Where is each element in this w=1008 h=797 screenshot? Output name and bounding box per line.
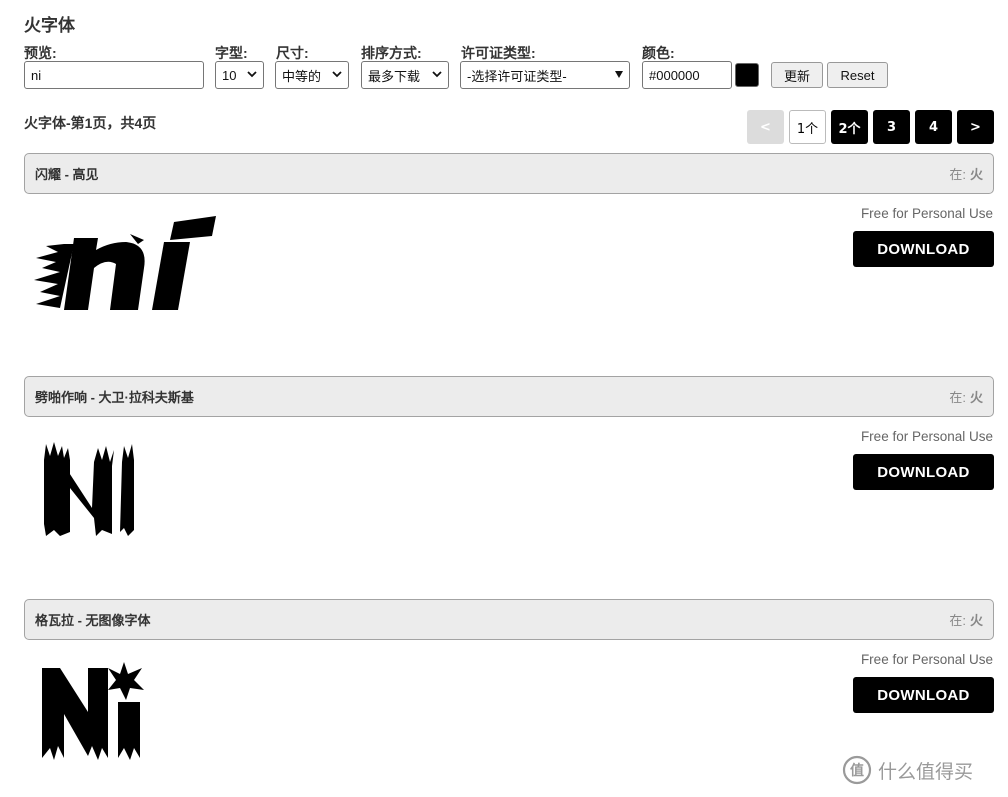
preview-input-value: ni xyxy=(31,67,42,83)
font-preview-image[interactable] xyxy=(40,438,136,538)
preview-input[interactable]: ni xyxy=(24,61,204,89)
chevron-down-icon xyxy=(428,70,442,81)
page-3-button[interactable]: 3 xyxy=(873,110,910,144)
svg-text:值: 值 xyxy=(850,762,864,779)
color-input[interactable]: #000000 xyxy=(642,61,732,89)
license-select-value: -选择许可证类型- xyxy=(467,68,567,84)
font-header: 劈啪作响 - 大卫·拉科夫斯基 在: 火 xyxy=(24,376,994,417)
font-category: 在: 火 xyxy=(949,390,983,405)
watermark-text: 什么值得买 xyxy=(878,761,974,783)
license-label: 许可证类型: xyxy=(461,45,536,61)
page-1-button[interactable]: 1个 xyxy=(789,110,826,144)
color-input-value: #000000 xyxy=(649,67,700,83)
font-category: 在: 火 xyxy=(949,167,983,182)
triangle-down-icon xyxy=(611,70,623,81)
license-select[interactable]: -选择许可证类型- xyxy=(460,61,630,89)
category-link[interactable]: 火 xyxy=(970,613,983,628)
color-label: 颜色: xyxy=(642,45,675,61)
size-select-value: 中等的 xyxy=(282,68,322,84)
page-2-button[interactable]: 2个 xyxy=(831,110,868,144)
font-title-link[interactable]: 格瓦拉 - 无图像字体 xyxy=(35,610,151,629)
preview-label: 预览: xyxy=(24,45,57,61)
watermark: 值 什么值得买 xyxy=(842,755,973,785)
glyph-select-value: 10 xyxy=(222,67,237,83)
glyph-select[interactable]: 10 xyxy=(215,61,264,89)
color-swatch[interactable] xyxy=(735,63,759,87)
download-button[interactable]: DOWNLOAD xyxy=(853,454,994,490)
font-title-link[interactable]: 闪耀 - 高见 xyxy=(35,164,99,183)
sort-label: 排序方式: xyxy=(361,45,422,61)
license-text: Free for Personal Use xyxy=(860,206,993,221)
chevron-down-icon xyxy=(328,70,342,81)
size-label: 尺寸: xyxy=(276,45,309,61)
reset-button[interactable]: Reset xyxy=(827,62,888,88)
prev-page-button[interactable]: < xyxy=(747,110,784,144)
font-category: 在: 火 xyxy=(949,613,983,628)
font-header: 闪耀 - 高见 在: 火 xyxy=(24,153,994,194)
license-text: Free for Personal Use xyxy=(860,429,993,444)
license-text: Free for Personal Use xyxy=(860,652,993,667)
page-title: 火字体 xyxy=(24,16,75,35)
font-header: 格瓦拉 - 无图像字体 在: 火 xyxy=(24,599,994,640)
font-preview-image[interactable] xyxy=(40,660,146,762)
chevron-down-icon xyxy=(243,70,257,81)
sort-select[interactable]: 最多下载 xyxy=(361,61,449,89)
page-info: 火字体-第1页，共4页 xyxy=(24,115,157,131)
size-select[interactable]: 中等的 xyxy=(275,61,349,89)
update-button[interactable]: 更新 xyxy=(771,62,823,88)
category-link[interactable]: 火 xyxy=(970,390,983,405)
page-4-button[interactable]: 4 xyxy=(915,110,952,144)
font-title-link[interactable]: 劈啪作响 - 大卫·拉科夫斯基 xyxy=(35,387,194,406)
sort-select-value: 最多下载 xyxy=(368,68,421,84)
download-button[interactable]: DOWNLOAD xyxy=(853,677,994,713)
next-page-button[interactable]: > xyxy=(957,110,994,144)
category-link[interactable]: 火 xyxy=(970,167,983,182)
font-preview-image[interactable] xyxy=(34,214,220,318)
glyph-label: 字型: xyxy=(215,45,248,61)
download-button[interactable]: DOWNLOAD xyxy=(853,231,994,267)
smzdm-logo-icon: 值 xyxy=(842,755,872,785)
